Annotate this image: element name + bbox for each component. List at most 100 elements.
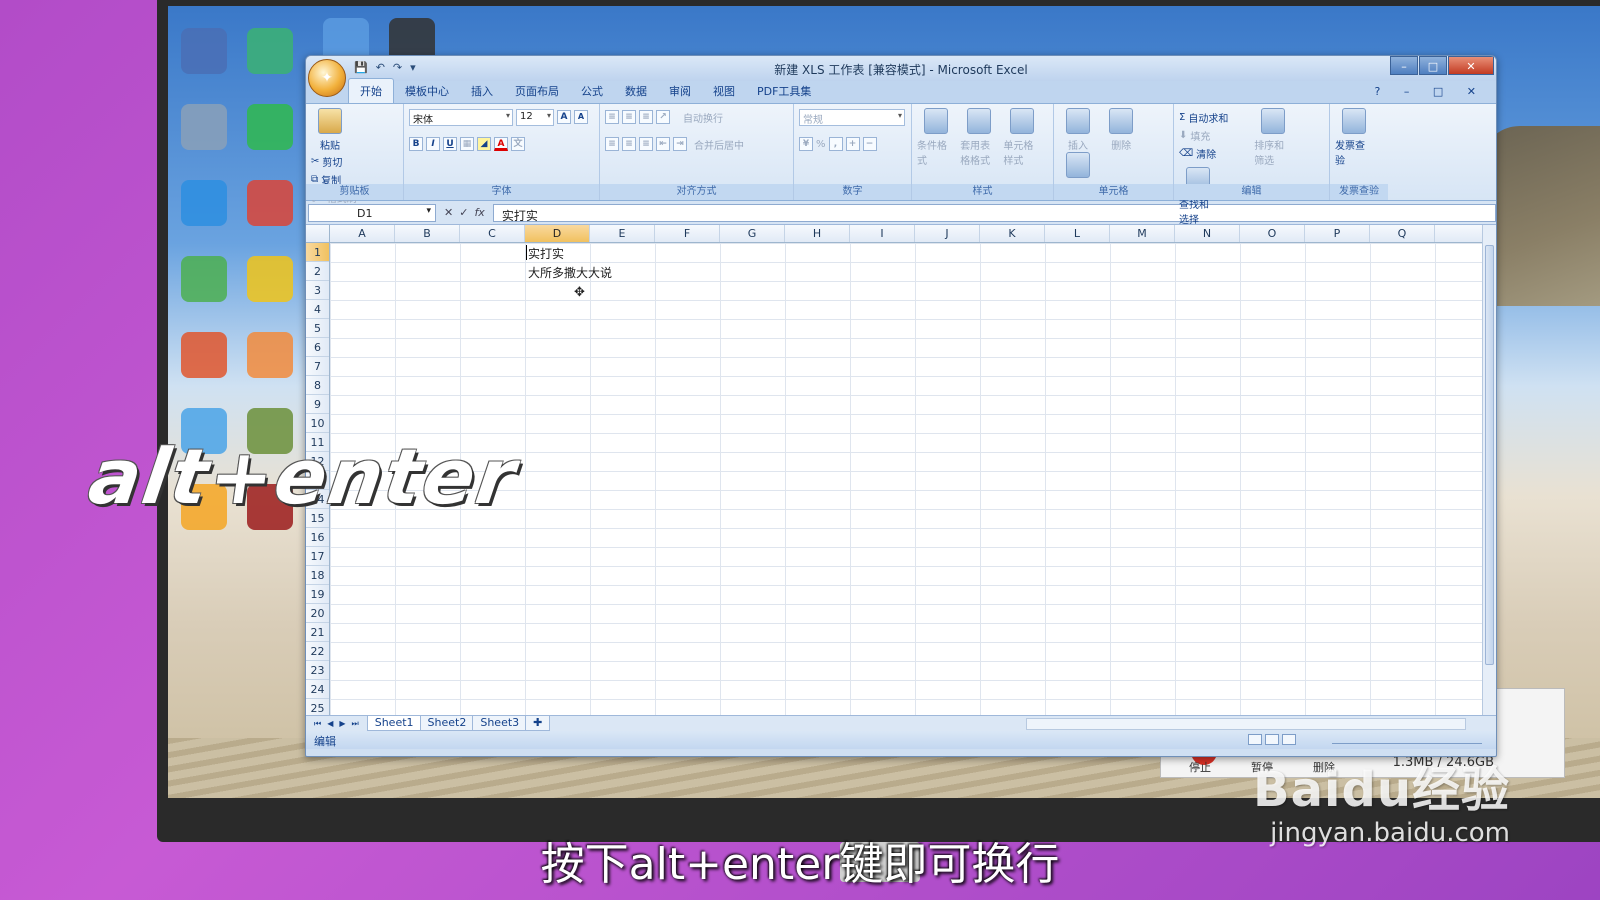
fill-button[interactable]: ⬇ 填充: [1179, 126, 1251, 144]
vertical-scrollbar[interactable]: [1482, 225, 1496, 715]
font-color-icon[interactable]: A: [494, 137, 508, 151]
row-header-18[interactable]: 18: [306, 566, 329, 585]
column-header-i[interactable]: I: [850, 225, 915, 242]
column-header-g[interactable]: G: [720, 225, 785, 242]
tab-insert[interactable]: 插入: [460, 79, 504, 103]
row-header-2[interactable]: 2: [306, 262, 329, 281]
cell-d1-line2[interactable]: 大所多撒大大说: [528, 264, 612, 281]
column-header-e[interactable]: E: [590, 225, 655, 242]
tab-data[interactable]: 数据: [614, 79, 658, 103]
grow-font-button[interactable]: A: [557, 110, 571, 124]
desktop-app-icon[interactable]: [181, 332, 227, 378]
row-header-3[interactable]: 3: [306, 281, 329, 300]
decrease-decimal-icon[interactable]: −: [862, 137, 877, 151]
row-header-10[interactable]: 10: [306, 414, 329, 433]
row-header-9[interactable]: 9: [306, 395, 329, 414]
desktop-computer-icon[interactable]: [181, 28, 227, 74]
bold-button[interactable]: B: [409, 137, 423, 151]
paste-button[interactable]: 粘贴: [311, 108, 349, 152]
office-button[interactable]: ✦: [308, 59, 346, 97]
desktop-chrome-icon[interactable]: [247, 180, 293, 226]
formula-input[interactable]: 实打实: [492, 203, 1496, 223]
italic-button[interactable]: I: [426, 137, 440, 151]
cell-d1-line1[interactable]: 实打实: [528, 245, 564, 262]
row-header-25[interactable]: 25: [306, 699, 329, 715]
row-header-8[interactable]: 8: [306, 376, 329, 395]
maximize-button[interactable]: □: [1419, 56, 1447, 75]
row-header-22[interactable]: 22: [306, 642, 329, 661]
desktop-recycle-icon[interactable]: [181, 104, 227, 150]
vertical-scroll-thumb[interactable]: [1485, 245, 1494, 665]
align-right-icon[interactable]: ≡: [639, 137, 653, 151]
desktop-security-icon[interactable]: [181, 256, 227, 302]
desktop-wechat-icon[interactable]: [247, 104, 293, 150]
comma-icon[interactable]: ,: [828, 137, 843, 151]
clear-button[interactable]: ⌫ 清除: [1179, 144, 1251, 162]
desktop-app2-icon[interactable]: [247, 256, 293, 302]
currency-icon[interactable]: ¥: [799, 137, 813, 151]
underline-button[interactable]: U: [443, 137, 457, 151]
cell-styles-button[interactable]: 单元格样式: [1003, 108, 1041, 167]
column-header-o[interactable]: O: [1240, 225, 1305, 242]
increase-decimal-icon[interactable]: +: [845, 137, 860, 151]
row-header-20[interactable]: 20: [306, 604, 329, 623]
align-bottom-icon[interactable]: ≡: [639, 110, 653, 124]
tab-review[interactable]: 审阅: [658, 79, 702, 103]
column-header-k[interactable]: K: [980, 225, 1045, 242]
last-sheet-icon[interactable]: ⏭: [352, 719, 359, 729]
align-center-icon[interactable]: ≡: [622, 137, 636, 151]
merge-center-button[interactable]: 合并后居中: [694, 137, 744, 152]
conditional-format-button[interactable]: 条件格式: [917, 108, 955, 167]
column-header-h[interactable]: H: [785, 225, 850, 242]
row-header-21[interactable]: 21: [306, 623, 329, 642]
page-break-view-icon[interactable]: [1282, 734, 1296, 745]
tab-home[interactable]: 开始: [348, 78, 394, 103]
wrap-text-button[interactable]: 自动换行: [683, 110, 723, 125]
desktop-browser-icon[interactable]: [181, 180, 227, 226]
align-top-icon[interactable]: ≡: [605, 110, 619, 124]
prev-sheet-icon[interactable]: ◀: [327, 719, 333, 729]
increase-indent-icon[interactable]: ⇥: [673, 137, 687, 151]
fill-color-icon[interactable]: ◢: [477, 137, 491, 151]
row-header-23[interactable]: 23: [306, 661, 329, 680]
cut-button[interactable]: ✂ 剪切: [311, 152, 357, 170]
row-header-6[interactable]: 6: [306, 338, 329, 357]
help-icon[interactable]: ? – □ ✕: [1375, 85, 1486, 98]
delete-cells-button[interactable]: 删除: [1102, 108, 1140, 152]
horizontal-scrollbar[interactable]: [1026, 717, 1466, 730]
sheet-tab-2[interactable]: Sheet2: [419, 716, 475, 731]
font-name-select[interactable]: 宋体: [409, 108, 513, 126]
minimize-button[interactable]: –: [1390, 56, 1418, 75]
confirm-edit-icon[interactable]: ✓: [459, 206, 468, 219]
insert-sheet-icon[interactable]: ✚: [525, 716, 551, 731]
border-icon[interactable]: ▦: [460, 137, 474, 151]
column-header-m[interactable]: M: [1110, 225, 1175, 242]
row-header-1[interactable]: 1: [306, 243, 329, 262]
column-header-p[interactable]: P: [1305, 225, 1370, 242]
row-header-19[interactable]: 19: [306, 585, 329, 604]
zoom-slider[interactable]: [1332, 734, 1482, 744]
sheet-tab-1[interactable]: Sheet1: [366, 716, 422, 731]
align-middle-icon[interactable]: ≡: [622, 110, 636, 124]
column-header-j[interactable]: J: [915, 225, 980, 242]
orientation-icon[interactable]: ↗: [656, 110, 670, 124]
column-header-q[interactable]: Q: [1370, 225, 1435, 242]
invoice-check-button[interactable]: 发票查验: [1335, 108, 1373, 167]
column-header-a[interactable]: A: [330, 225, 395, 242]
tab-templates[interactable]: 模板中心: [394, 79, 460, 103]
tab-page-layout[interactable]: 页面布局: [504, 79, 570, 103]
normal-view-icon[interactable]: [1248, 734, 1262, 745]
row-header-16[interactable]: 16: [306, 528, 329, 547]
shrink-font-button[interactable]: A: [574, 110, 588, 124]
column-header-b[interactable]: B: [395, 225, 460, 242]
row-header-24[interactable]: 24: [306, 680, 329, 699]
select-all-corner[interactable]: [306, 225, 330, 242]
name-box[interactable]: D1: [308, 203, 436, 222]
tray-stop-label[interactable]: 停止: [1189, 759, 1211, 775]
percent-button[interactable]: %: [816, 139, 826, 150]
font-size-select[interactable]: 12: [516, 108, 554, 126]
insert-cells-button[interactable]: 插入: [1059, 108, 1097, 152]
number-format-select[interactable]: 常规: [799, 108, 905, 126]
next-sheet-icon[interactable]: ▶: [339, 719, 345, 729]
sheet-tab-3[interactable]: Sheet3: [472, 716, 528, 731]
